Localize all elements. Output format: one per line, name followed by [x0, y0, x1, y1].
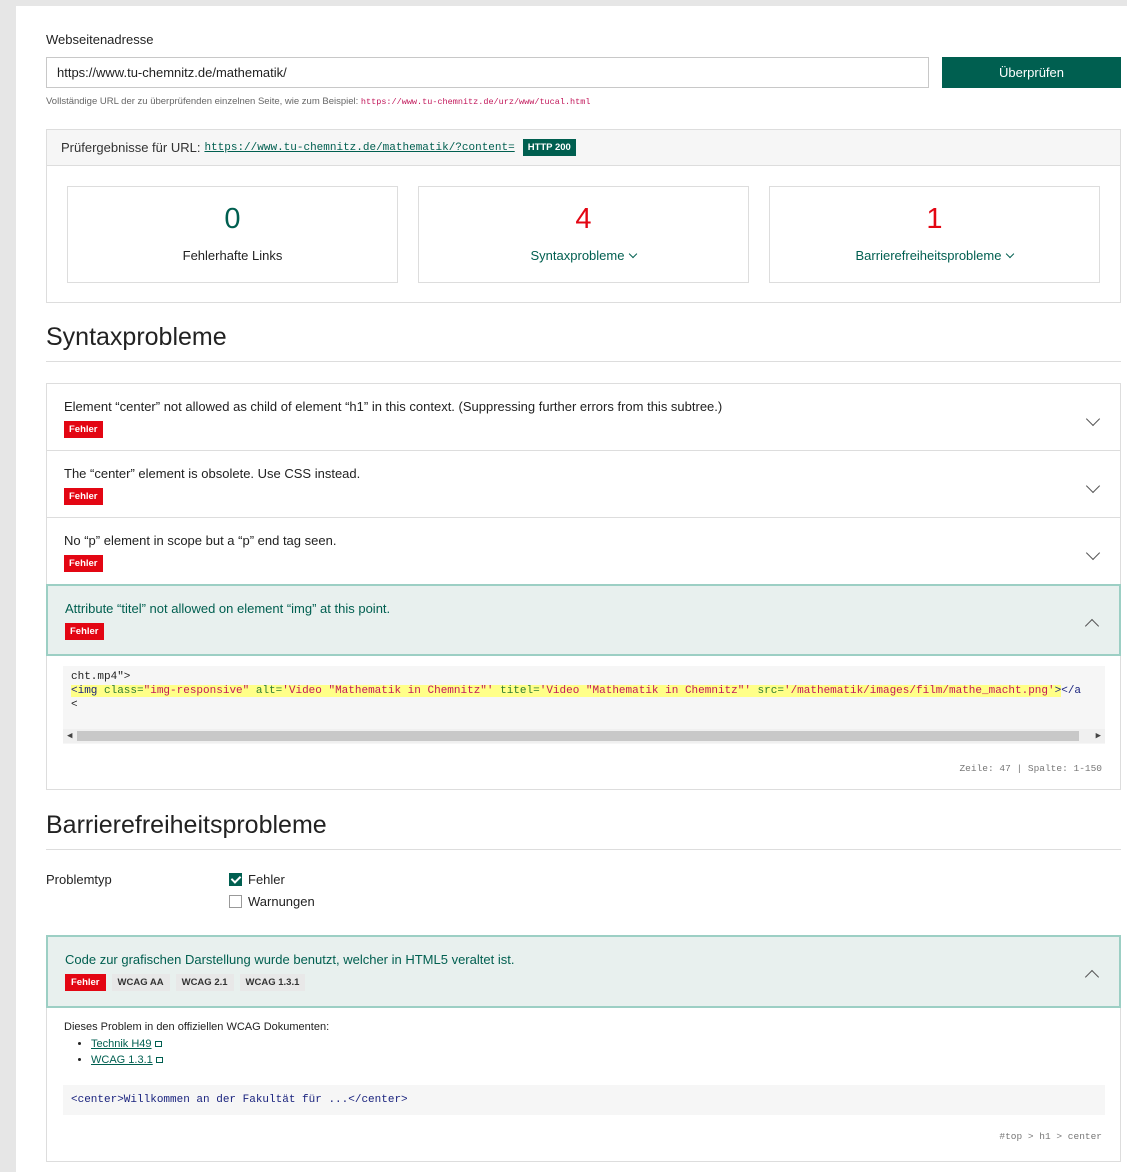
page: Webseitenadresse Überprüfen Vollständige…: [16, 6, 1127, 1172]
results-header: Prüfergebnisse für URL: https://www.tu-c…: [47, 130, 1120, 166]
wcag-intro: Dieses Problem in den offiziellen WCAG D…: [64, 1021, 330, 1033]
syntax-item[interactable]: No “p” element in scope but a “p” end ta…: [46, 517, 1121, 585]
element-selector: #top > h1 > center: [999, 1131, 1102, 1142]
stat-value: 4: [575, 203, 592, 235]
syntax-message: No “p” element in scope but a “p” end ta…: [64, 533, 337, 548]
accessibility-item-expanded[interactable]: Code zur grafischen Darstellung wurde be…: [46, 935, 1121, 1008]
checkbox-unchecked[interactable]: [229, 895, 242, 908]
chevron-down-icon: [1085, 545, 1101, 561]
syntax-item-expanded[interactable]: Attribute “titel” not allowed on element…: [46, 584, 1121, 656]
syntax-item[interactable]: Element “center” not allowed as child of…: [46, 383, 1121, 451]
filter-warnings[interactable]: Warnungen: [229, 894, 315, 909]
horizontal-scrollbar[interactable]: ◀ ▶: [63, 729, 1105, 743]
stat-link[interactable]: Syntaxprobleme: [419, 248, 748, 263]
filter-errors[interactable]: Fehler: [229, 872, 285, 887]
code-position: Zeile: 47 | Spalte: 1-150: [959, 763, 1102, 774]
wcag-links: Technik H49 WCAG 1.3.1: [77, 1036, 163, 1068]
list-item: WCAG 1.3.1: [91, 1052, 163, 1068]
help-example-url: https://www.tu-chemnitz.de/urz/www/tucal…: [360, 97, 591, 107]
results-url-link[interactable]: https://www.tu-chemnitz.de/mathematik/?c…: [204, 142, 514, 154]
help-text: Vollständige URL der zu überprüfenden ei…: [46, 96, 590, 107]
accessibility-detail-panel: Dieses Problem in den offiziellen WCAG D…: [46, 1008, 1121, 1162]
stat-link[interactable]: Barrierefreiheitsprobleme: [770, 248, 1099, 263]
wcag-badge: WCAG AA: [111, 974, 170, 991]
url-input[interactable]: [46, 57, 929, 88]
stat-value: 1: [926, 203, 943, 235]
chevron-up-icon: [1084, 618, 1100, 634]
check-button[interactable]: Überprüfen: [942, 57, 1121, 88]
accessibility-heading: Barrierefreiheitsprobleme: [46, 811, 327, 839]
code-snippet: <center>Willkommen an der Fakultät für .…: [63, 1085, 1105, 1115]
stat-broken-links: 0 Fehlerhafte Links: [67, 186, 398, 283]
chevron-up-icon: [1084, 969, 1100, 985]
url-field-label: Webseitenadresse: [46, 32, 154, 47]
chevron-down-icon: [629, 249, 638, 259]
syntax-item[interactable]: The “center” element is obsolete. Use CS…: [46, 450, 1121, 518]
code-context-panel: cht.mp4"> <img class="img-responsive" al…: [46, 656, 1121, 790]
results-panel: Prüfergebnisse für URL: https://www.tu-c…: [46, 129, 1121, 303]
code-line-highlighted: <img class="img-responsive" alt='Video "…: [71, 685, 1082, 697]
chevron-down-icon: [1006, 249, 1015, 259]
wcag-badge: WCAG 1.3.1: [239, 974, 306, 991]
external-link-icon: [154, 1041, 162, 1047]
code-line: cht.mp4">: [71, 671, 131, 683]
badge-group: Fehler WCAG AA WCAG 2.1 WCAG 1.3.1: [65, 974, 306, 991]
stat-accessibility-problems[interactable]: 1 Barrierefreiheitsprobleme: [769, 186, 1100, 283]
help-description: Vollständige URL der zu überprüfenden ei…: [46, 96, 359, 107]
problem-type-label: Problemtyp: [46, 872, 112, 887]
wcag-link[interactable]: WCAG 1.3.1: [91, 1054, 153, 1066]
scrollbar-thumb[interactable]: [77, 731, 1079, 741]
error-badge: Fehler: [65, 974, 106, 991]
scroll-left-icon[interactable]: ◀: [67, 729, 72, 743]
stat-syntax-problems[interactable]: 4 Syntaxprobleme: [418, 186, 749, 283]
external-link-icon: [155, 1057, 163, 1063]
chevron-down-icon: [1085, 478, 1101, 494]
error-badge: Fehler: [64, 488, 103, 505]
wcag-badge: WCAG 2.1: [175, 974, 234, 991]
syntax-heading: Syntaxprobleme: [46, 323, 227, 351]
error-badge: Fehler: [64, 555, 103, 572]
stat-label: Syntaxprobleme: [530, 248, 625, 263]
divider: [46, 361, 1121, 362]
technique-link[interactable]: Technik H49: [91, 1038, 152, 1050]
filter-label: Warnungen: [248, 894, 315, 909]
checkbox-checked[interactable]: [229, 873, 242, 886]
scroll-right-icon[interactable]: ▶: [1096, 729, 1101, 743]
stat-value: 0: [224, 203, 241, 235]
http-status-badge: HTTP 200: [522, 139, 576, 156]
code-line: <: [71, 699, 78, 711]
accessibility-message: Code zur grafischen Darstellung wurde be…: [65, 952, 515, 967]
filter-label: Fehler: [248, 872, 285, 887]
stat-label: Barrierefreiheitsprobleme: [855, 248, 1002, 263]
stat-label: Fehlerhafte Links: [182, 248, 283, 263]
code-snippet[interactable]: cht.mp4"> <img class="img-responsive" al…: [63, 666, 1105, 744]
syntax-message: Element “center” not allowed as child of…: [64, 399, 723, 414]
divider: [46, 849, 1121, 850]
results-prefix: Prüfergebnisse für URL:: [61, 140, 201, 155]
syntax-message: The “center” element is obsolete. Use CS…: [64, 466, 361, 481]
error-badge: Fehler: [64, 421, 103, 438]
chevron-down-icon: [1085, 411, 1101, 427]
list-item: Technik H49: [91, 1036, 163, 1052]
syntax-message: Attribute “titel” not allowed on element…: [65, 601, 391, 616]
error-badge: Fehler: [65, 623, 104, 640]
